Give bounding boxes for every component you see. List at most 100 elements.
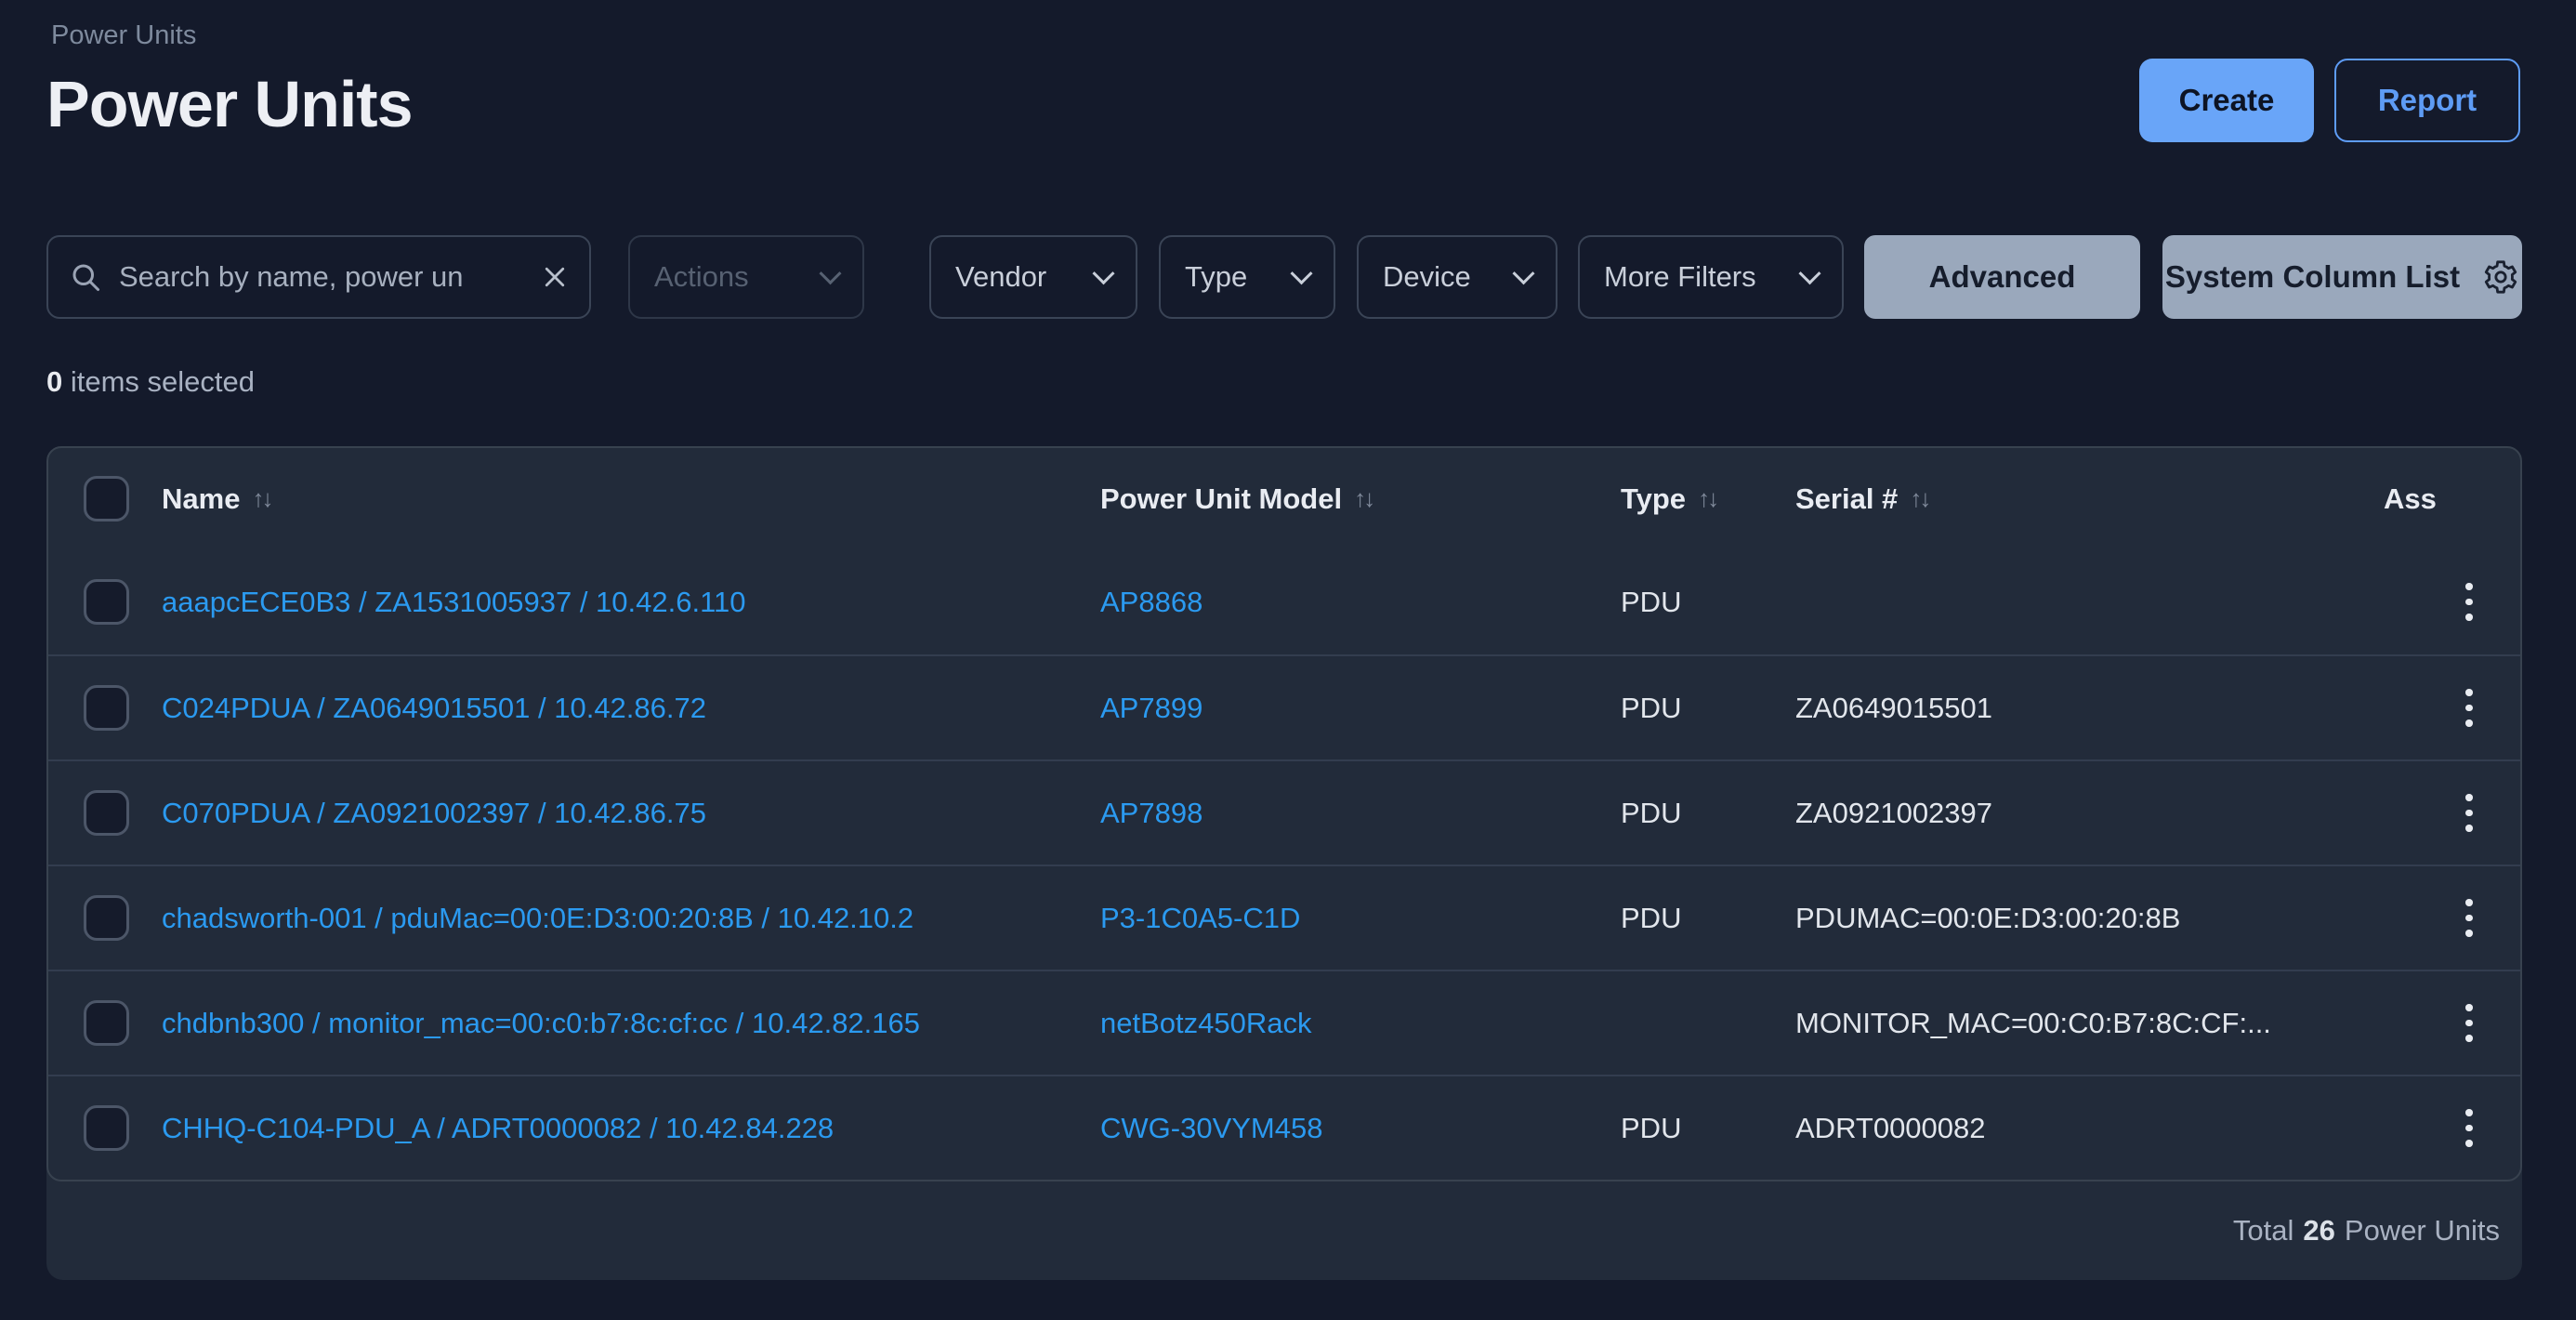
table-inner: Name ↑↓ Power Unit Model ↑↓ Type ↑↓ Seri… bbox=[46, 446, 2522, 1181]
table-row: C070PDUA / ZA0921002397 / 10.42.86.75 AP… bbox=[48, 759, 2520, 865]
power-unit-name-link[interactable]: C070PDUA / ZA0921002397 / 10.42.86.75 bbox=[162, 797, 706, 830]
table-row: CHHQ-C104-PDU_A / ADRT0000082 / 10.42.84… bbox=[48, 1075, 2520, 1180]
advanced-button[interactable]: Advanced bbox=[1864, 235, 2140, 319]
row-cell-model: netBotz450Rack bbox=[1100, 1007, 1621, 1040]
report-button[interactable]: Report bbox=[2334, 59, 2520, 142]
row-cell-model: AP8868 bbox=[1100, 586, 1621, 619]
actions-dropdown[interactable]: Actions bbox=[628, 235, 864, 319]
row-cell-checkbox bbox=[48, 1105, 162, 1151]
sort-icon: ↑↓ bbox=[1698, 484, 1716, 513]
table-row: chadsworth-001 / pduMac=00:0E:D3:00:20:8… bbox=[48, 865, 2520, 970]
row-cell-model: P3-1C0A5-C1D bbox=[1100, 902, 1621, 935]
select-all-checkbox[interactable] bbox=[84, 476, 129, 521]
actions-dropdown-label: Actions bbox=[654, 260, 749, 294]
row-cell-actions bbox=[2384, 574, 2520, 630]
row-cell-type: PDU bbox=[1621, 902, 1795, 935]
power-unit-name-link[interactable]: aaapcECE0B3 / ZA1531005937 / 10.42.6.110 bbox=[162, 586, 746, 619]
row-cell-name: aaapcECE0B3 / ZA1531005937 / 10.42.6.110 bbox=[162, 586, 1100, 619]
type-filter-dropdown[interactable]: Type bbox=[1159, 235, 1335, 319]
table-footer: Total 26 Power Units bbox=[46, 1181, 2522, 1280]
type-filter-label: Type bbox=[1185, 260, 1247, 294]
column-label: Serial # bbox=[1795, 482, 1898, 516]
vendor-filter-dropdown[interactable]: Vendor bbox=[929, 235, 1137, 319]
row-cell-model: AP7899 bbox=[1100, 692, 1621, 725]
row-cell-name: C024PDUA / ZA0649015501 / 10.42.86.72 bbox=[162, 692, 1100, 725]
row-checkbox[interactable] bbox=[84, 790, 129, 836]
power-unit-model-link[interactable]: CWG-30VYM458 bbox=[1100, 1112, 1322, 1145]
device-filter-dropdown[interactable]: Device bbox=[1357, 235, 1557, 319]
power-unit-model-link[interactable]: AP8868 bbox=[1100, 586, 1203, 619]
row-cell-actions bbox=[2384, 680, 2520, 736]
power-unit-model-link[interactable]: AP7898 bbox=[1100, 797, 1203, 830]
row-checkbox[interactable] bbox=[84, 685, 129, 731]
column-header-name[interactable]: Name ↑↓ bbox=[162, 482, 1100, 516]
search-input[interactable] bbox=[119, 260, 524, 294]
chevron-down-icon bbox=[1798, 262, 1820, 284]
row-cell-name: C070PDUA / ZA0921002397 / 10.42.86.75 bbox=[162, 797, 1100, 830]
row-cell-type: PDU bbox=[1621, 797, 1795, 830]
total-prefix: Total bbox=[2233, 1214, 2293, 1247]
row-checkbox[interactable] bbox=[84, 1000, 129, 1046]
search-icon bbox=[69, 260, 102, 294]
sort-icon: ↑↓ bbox=[1910, 484, 1928, 513]
power-unit-name-link[interactable]: CHHQ-C104-PDU_A / ADRT0000082 / 10.42.84… bbox=[162, 1112, 834, 1145]
row-cell-checkbox bbox=[48, 1000, 162, 1046]
more-filters-label: More Filters bbox=[1604, 260, 1756, 294]
header-cell-checkbox bbox=[48, 476, 162, 521]
row-cell-checkbox bbox=[48, 790, 162, 836]
selection-status: 0 items selected bbox=[46, 365, 255, 399]
row-cell-checkbox bbox=[48, 579, 162, 625]
create-button[interactable]: Create bbox=[2139, 59, 2314, 142]
row-checkbox[interactable] bbox=[84, 1105, 129, 1151]
row-cell-name: chadsworth-001 / pduMac=00:0E:D3:00:20:8… bbox=[162, 902, 1100, 935]
search-box[interactable] bbox=[46, 235, 591, 319]
selection-label: items selected bbox=[62, 365, 255, 398]
row-checkbox[interactable] bbox=[84, 579, 129, 625]
gear-icon bbox=[2482, 258, 2519, 296]
power-unit-name-link[interactable]: chdbnb300 / monitor_mac=00:c0:b7:8c:cf:c… bbox=[162, 1007, 920, 1040]
row-cell-checkbox bbox=[48, 685, 162, 731]
column-header-serial[interactable]: Serial # ↑↓ bbox=[1795, 482, 2384, 516]
column-header-assigned[interactable]: Ass bbox=[2384, 482, 2520, 516]
row-cell-name: chdbnb300 / monitor_mac=00:c0:b7:8c:cf:c… bbox=[162, 1007, 1100, 1040]
chevron-down-icon bbox=[1290, 262, 1312, 284]
toolbar: Actions Vendor Type Device More Filters … bbox=[46, 235, 2522, 319]
table-row: aaapcECE0B3 / ZA1531005937 / 10.42.6.110… bbox=[48, 549, 2520, 654]
device-filter-label: Device bbox=[1383, 260, 1471, 294]
system-column-list-button[interactable]: System Column List bbox=[2162, 235, 2522, 319]
column-header-model[interactable]: Power Unit Model ↑↓ bbox=[1100, 482, 1621, 516]
row-cell-checkbox bbox=[48, 895, 162, 941]
power-unit-name-link[interactable]: chadsworth-001 / pduMac=00:0E:D3:00:20:8… bbox=[162, 902, 913, 935]
power-unit-model-link[interactable]: P3-1C0A5-C1D bbox=[1100, 902, 1300, 935]
row-cell-serial: ZA0649015501 bbox=[1795, 692, 2384, 725]
vendor-filter-label: Vendor bbox=[955, 260, 1046, 294]
clear-search-icon[interactable] bbox=[541, 263, 569, 291]
column-label: Name bbox=[162, 482, 240, 516]
selection-count: 0 bbox=[46, 365, 62, 398]
column-label: Power Unit Model bbox=[1100, 482, 1342, 516]
more-filters-dropdown[interactable]: More Filters bbox=[1578, 235, 1844, 319]
row-cell-serial: ADRT0000082 bbox=[1795, 1112, 2384, 1145]
column-header-type[interactable]: Type ↑↓ bbox=[1621, 482, 1795, 516]
chevron-down-icon bbox=[1512, 262, 1534, 284]
column-label: Type bbox=[1621, 482, 1686, 516]
breadcrumb[interactable]: Power Units bbox=[51, 20, 196, 51]
row-menu-kebab-icon[interactable] bbox=[2456, 995, 2482, 1051]
row-menu-kebab-icon[interactable] bbox=[2456, 785, 2482, 841]
chevron-down-icon bbox=[1092, 262, 1114, 284]
table-row: chdbnb300 / monitor_mac=00:c0:b7:8c:cf:c… bbox=[48, 970, 2520, 1075]
row-menu-kebab-icon[interactable] bbox=[2456, 1100, 2482, 1156]
sort-icon: ↑↓ bbox=[1354, 484, 1373, 513]
page-title: Power Units bbox=[46, 67, 413, 141]
row-checkbox[interactable] bbox=[84, 895, 129, 941]
row-cell-type: PDU bbox=[1621, 692, 1795, 725]
row-menu-kebab-icon[interactable] bbox=[2456, 574, 2482, 630]
row-cell-type: PDU bbox=[1621, 586, 1795, 619]
row-menu-kebab-icon[interactable] bbox=[2456, 680, 2482, 736]
row-menu-kebab-icon[interactable] bbox=[2456, 890, 2482, 946]
column-label: Ass bbox=[2384, 482, 2437, 516]
power-unit-model-link[interactable]: AP7899 bbox=[1100, 692, 1203, 725]
row-cell-serial: ZA0921002397 bbox=[1795, 797, 2384, 830]
power-unit-name-link[interactable]: C024PDUA / ZA0649015501 / 10.42.86.72 bbox=[162, 692, 706, 725]
power-unit-model-link[interactable]: netBotz450Rack bbox=[1100, 1007, 1311, 1040]
